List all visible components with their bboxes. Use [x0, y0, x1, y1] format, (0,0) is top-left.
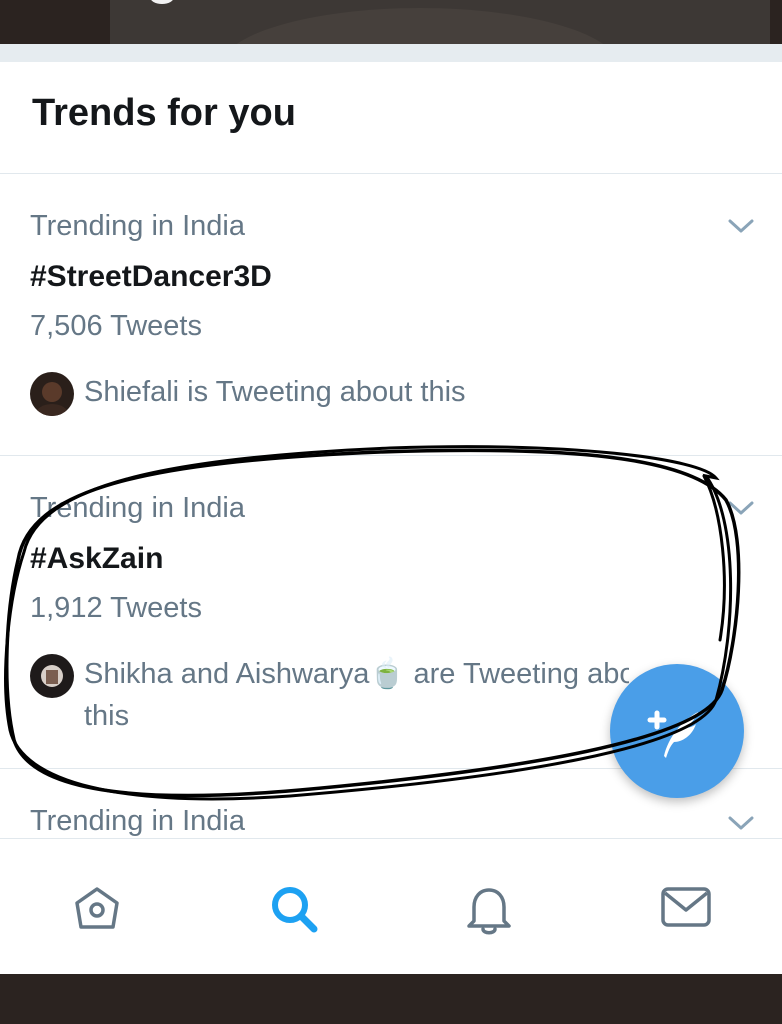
messages-icon[interactable] [660, 883, 711, 933]
trend-item[interactable]: Trending in India #StreetDancer3D 7,506 … [0, 174, 782, 456]
trend-tweet-count: 7,506 Tweets [30, 310, 202, 342]
compose-tweet-button[interactable] [610, 664, 744, 798]
social-line: Shikha and Aishwarya🍵 are Tweeting about [84, 658, 629, 690]
avatar [30, 372, 74, 416]
trend-context: Trending in India [30, 805, 245, 837]
trend-hashtag[interactable]: #StreetDancer3D [30, 260, 272, 294]
trend-social-context: Shikha and Aishwarya🍵 are Tweeting about… [84, 653, 684, 737]
bottom-tab-bar [0, 838, 782, 975]
compose-tweet-icon [647, 710, 698, 758]
search-icon[interactable] [268, 883, 318, 933]
section-divider [0, 44, 782, 63]
trend-context: Trending in India [30, 492, 245, 524]
chevron-down-icon[interactable] [728, 815, 754, 836]
notifications-icon[interactable] [464, 883, 514, 935]
trends-header: Trends for you [0, 62, 782, 174]
avatar [30, 654, 74, 698]
app-top-photo-area [0, 0, 782, 44]
trend-hashtag[interactable]: #AskZain [30, 542, 163, 576]
social-line: this [84, 700, 130, 732]
page-title: Trends for you [32, 92, 296, 134]
trend-tweet-count: 1,912 Tweets [30, 592, 202, 624]
trend-social-context: Shiefali is Tweeting about this [84, 376, 466, 408]
home-icon[interactable] [72, 883, 122, 933]
device-bottom-edge [0, 974, 782, 1024]
trend-context: Trending in India [30, 210, 245, 242]
chevron-down-icon[interactable] [728, 218, 754, 239]
chevron-down-icon[interactable] [728, 500, 754, 521]
